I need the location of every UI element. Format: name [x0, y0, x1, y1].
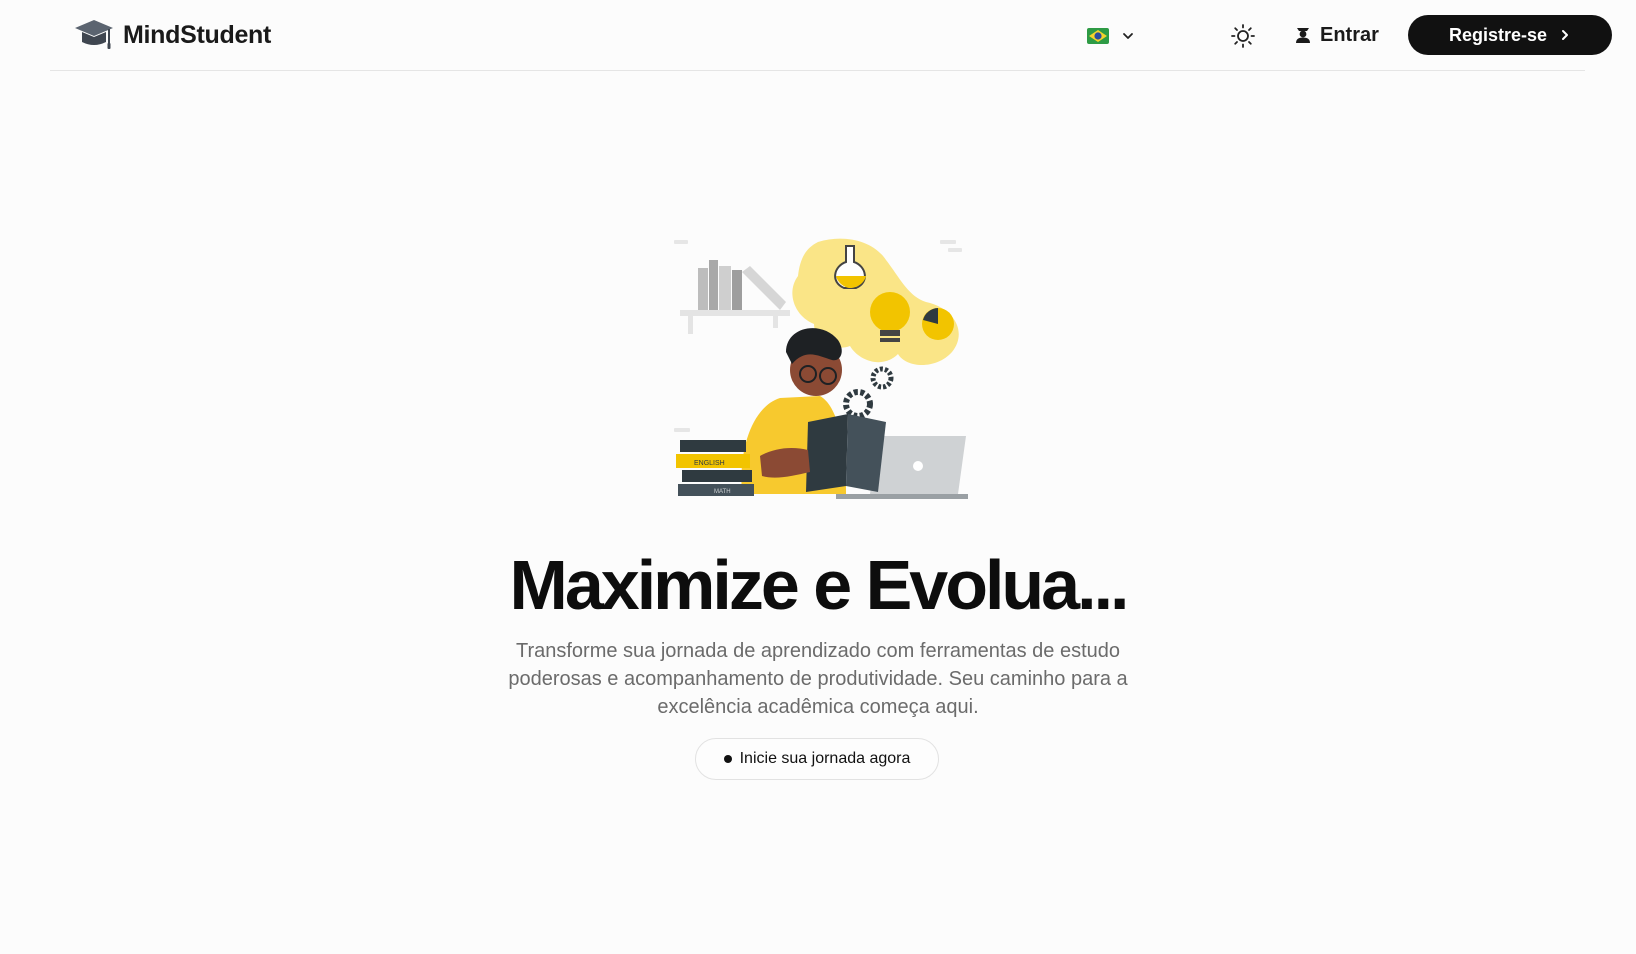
hero-subtitle: Transforme sua jornada de aprendizado co…: [508, 640, 1128, 718]
register-button[interactable]: Registre-se: [1408, 15, 1612, 55]
brand-name: MindStudent: [123, 20, 272, 49]
register-label: Registre-se: [1448, 24, 1548, 45]
chevron-right-icon: [1562, 30, 1569, 40]
chevron-down-icon: [1123, 33, 1133, 39]
sun-icon[interactable]: [1229, 22, 1257, 50]
login-button[interactable]: Entrar: [1294, 18, 1379, 52]
graduation-cap-icon: [75, 20, 113, 49]
dot-icon: [723, 755, 732, 763]
top-navbar: MindStudent Entrar Registre-se: [50, 0, 1612, 71]
brazil-flag-icon: [1087, 28, 1109, 44]
user-icon: [1296, 28, 1310, 43]
login-label: Entrar: [1320, 23, 1379, 46]
student-reading-illustration: ENGLISH MATH: [674, 238, 968, 499]
book-label-math: MATH: [714, 489, 731, 495]
brand-logo-link[interactable]: MindStudent: [73, 17, 271, 53]
hero-title: Maximize e Evolua...: [509, 546, 1130, 624]
page: MindStudent Entrar Registre-se ENGLISH M…: [0, 0, 1636, 954]
language-selector[interactable]: [1087, 22, 1159, 50]
book-label-english: ENGLISH: [694, 460, 725, 467]
start-journey-button[interactable]: Inicie sua jornada agora: [695, 738, 939, 780]
cta-label: Inicie sua jornada agora: [739, 750, 911, 767]
